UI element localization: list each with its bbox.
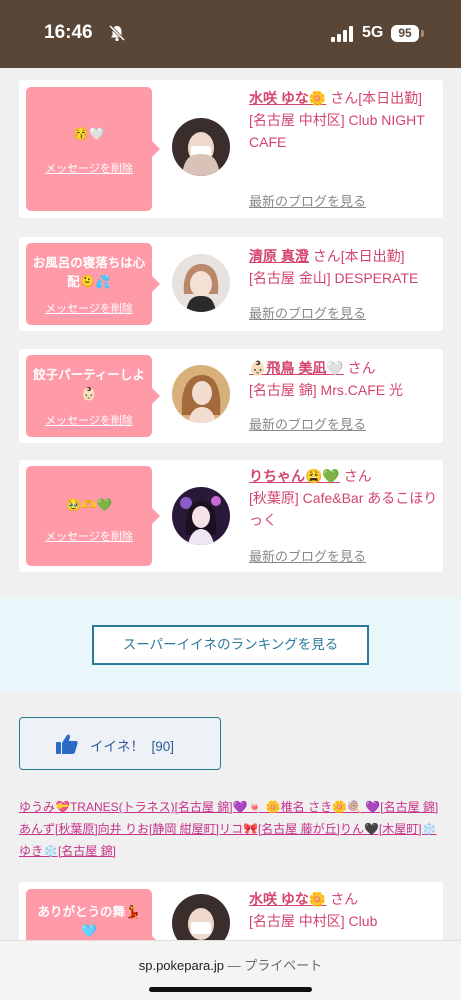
address-bar[interactable]: sp.pokepara.jp — プライベート bbox=[0, 955, 461, 974]
delete-message-link[interactable]: メッセージを削除 bbox=[26, 528, 152, 544]
battery-cap bbox=[421, 30, 424, 37]
message-text: お風呂の寝落ちは心配🫠💦 bbox=[32, 256, 146, 289]
message-card: 餃子パーティーしよ👶🏻 メッセージを削除 👶🏻飛鳥 美凪🤍 さん [名古屋 錦]… bbox=[19, 349, 443, 443]
avatar[interactable] bbox=[172, 118, 230, 176]
shop-info: [名古屋 中村区] Club NIGHT CAFE bbox=[249, 112, 425, 150]
honorific: さん bbox=[347, 360, 376, 376]
avatar[interactable] bbox=[172, 254, 230, 312]
shop-info: [名古屋 中村区] Club bbox=[249, 913, 378, 929]
message-bubble: 🥹🫶💚 メッセージを削除 bbox=[26, 466, 160, 566]
message-text: 😚🤍 bbox=[73, 127, 105, 141]
blog-link[interactable]: 最新のブログを見る bbox=[249, 191, 366, 210]
avatar[interactable] bbox=[172, 487, 230, 545]
like-count: [90] bbox=[151, 739, 175, 754]
shop-info: [名古屋 錦] Mrs.CAFE 光 bbox=[249, 382, 403, 398]
browser-bottom-bar: sp.pokepara.jp — プライベート bbox=[0, 940, 461, 1000]
bell-slash-icon bbox=[108, 24, 126, 42]
profile-info: 水咲 ゆな🌼 さん [名古屋 中村区] Club bbox=[249, 888, 439, 932]
like-label: イイネ！ [90] bbox=[90, 735, 174, 755]
profile-info: 水咲 ゆな🌼 さん[本日出勤] [名古屋 中村区] Club NIGHT CAF… bbox=[249, 87, 439, 153]
like-text: イイネ！ bbox=[90, 739, 144, 754]
message-text: 餃子パーティーしよ👶🏻 bbox=[33, 368, 145, 401]
shop-info: [秋葉原] Cafe&Bar あるこほりっく bbox=[249, 490, 438, 528]
message-card: 🥹🫶💚 メッセージを削除 りちゃん😩💚 さん [秋葉原] Cafe&Bar ある… bbox=[19, 460, 443, 572]
battery-icon: 95 bbox=[391, 25, 419, 42]
work-badge: [本日出勤] bbox=[340, 248, 405, 264]
likers-list[interactable]: ゆうみ💝TRANES(トラネス)[名古屋 錦]💜🍬 🌼椎名 さき🌼🍭 💜[名古屋… bbox=[19, 796, 443, 862]
avatar[interactable] bbox=[172, 365, 230, 423]
honorific: さん bbox=[312, 248, 341, 264]
message-card: 😚🤍 メッセージを削除 水咲 ゆな🌼 さん[本日出勤] [名古屋 中村区] Cl… bbox=[19, 80, 443, 218]
message-bubble: 😚🤍 メッセージを削除 bbox=[26, 87, 160, 211]
delete-message-link[interactable]: メッセージを削除 bbox=[26, 160, 152, 176]
like-button[interactable]: イイネ！ [90] bbox=[19, 717, 221, 770]
network-type: 5G bbox=[362, 24, 384, 41]
status-bar: 16:46 5G 95 bbox=[0, 0, 461, 68]
profile-info: 清原 真澄 さん[本日出勤] [名古屋 金山] DESPERATE bbox=[249, 245, 439, 289]
work-badge: [本日出勤] bbox=[358, 90, 422, 106]
blog-link[interactable]: 最新のブログを見る bbox=[249, 414, 366, 433]
url-text: sp.pokepara.jp bbox=[138, 958, 225, 973]
message-text: 🥹🫶💚 bbox=[65, 498, 113, 512]
shop-info: [名古屋 金山] DESPERATE bbox=[249, 270, 419, 286]
honorific: さん bbox=[330, 90, 359, 106]
home-indicator[interactable] bbox=[149, 987, 312, 992]
cast-name-link[interactable]: 水咲 ゆな🌼 bbox=[249, 90, 326, 106]
cast-name-link[interactable]: りちゃん😩💚 bbox=[249, 468, 340, 484]
delete-message-link[interactable]: メッセージを削除 bbox=[26, 300, 152, 316]
message-bubble: 餃子パーティーしよ👶🏻 メッセージを削除 bbox=[26, 355, 160, 437]
private-label: — プライベート bbox=[224, 958, 323, 973]
profile-info: 👶🏻飛鳥 美凪🤍 さん [名古屋 錦] Mrs.CAFE 光 bbox=[249, 357, 439, 401]
message-card: お風呂の寝落ちは心配🫠💦 メッセージを削除 清原 真澄 さん[本日出勤] [名古… bbox=[19, 237, 443, 331]
honorific: さん bbox=[330, 891, 359, 907]
honorific: さん bbox=[343, 468, 372, 484]
page-content: 😚🤍 メッセージを削除 水咲 ゆな🌼 さん[本日出勤] [名古屋 中村区] Cl… bbox=[0, 68, 461, 1000]
profile-info: りちゃん😩💚 さん [秋葉原] Cafe&Bar あるこほりっく bbox=[249, 465, 439, 531]
cast-name-link[interactable]: 👶🏻飛鳥 美凪🤍 bbox=[249, 360, 344, 376]
status-time: 16:46 bbox=[44, 22, 93, 43]
ranking-button[interactable]: スーパーイイネのランキングを見る bbox=[92, 625, 369, 665]
blog-link[interactable]: 最新のブログを見る bbox=[249, 303, 366, 322]
thumbs-up-icon bbox=[56, 734, 78, 754]
blog-link[interactable]: 最新のブログを見る bbox=[249, 546, 366, 565]
signal-icon bbox=[331, 26, 353, 42]
cast-name-link[interactable]: 水咲 ゆな🌼 bbox=[249, 891, 326, 907]
cast-name-link[interactable]: 清原 真澄 bbox=[249, 248, 309, 264]
delete-message-link[interactable]: メッセージを削除 bbox=[26, 412, 152, 428]
message-bubble: お風呂の寝落ちは心配🫠💦 メッセージを削除 bbox=[26, 243, 160, 325]
message-text: ありがとうの舞💃🩵 bbox=[37, 905, 141, 938]
ranking-section: スーパーイイネのランキングを見る bbox=[0, 598, 461, 692]
